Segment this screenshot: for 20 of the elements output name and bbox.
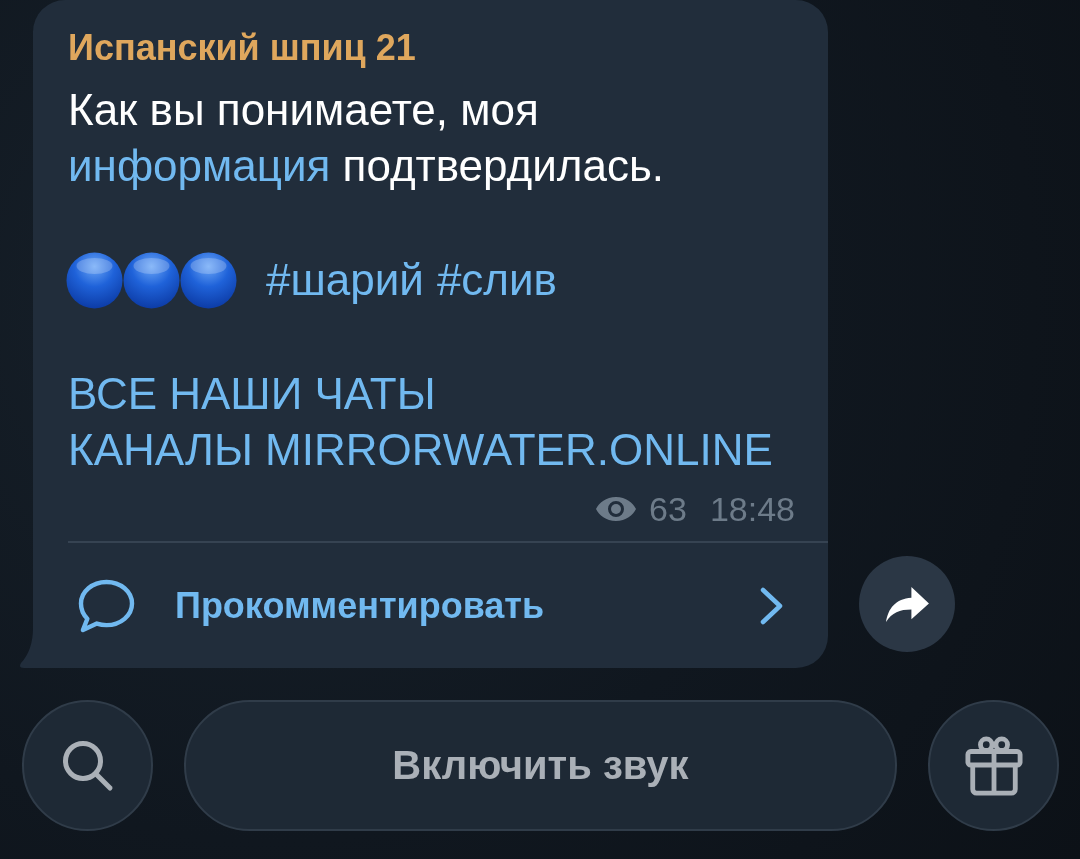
curved-arrow-icon: [883, 584, 931, 624]
gift-icon: [964, 734, 1023, 797]
hashtag-link[interactable]: #слив: [436, 252, 557, 308]
author-name: Испанский шпиц 21: [68, 26, 417, 70]
message-text: Как вы понимаете, моя информация подтвердилась.: [68, 84, 666, 192]
eye-icon: [595, 496, 638, 522]
unmute-button[interactable]: Включить звук: [184, 700, 897, 831]
text-link[interactable]: информация: [68, 141, 331, 190]
hashtag-link[interactable]: #шарий: [266, 252, 424, 308]
circle-emoji-icon: [180, 251, 237, 309]
speech-bubble-icon: [78, 578, 135, 633]
chevron-right-icon: [759, 585, 785, 626]
channel-link[interactable]: КАНАЛЫ MIRRORWATER.ONLINE: [68, 422, 773, 478]
circle-emoji-icon: [66, 251, 123, 309]
view-count: 63: [649, 489, 687, 529]
comment-button[interactable]: Прокомментировать: [68, 541, 828, 668]
search-icon: [61, 739, 114, 792]
channel-link[interactable]: ВСЕ НАШИ ЧАТЫ: [68, 366, 436, 422]
message-time: 18:48: [709, 489, 795, 529]
circle-emoji-icon: [123, 251, 180, 309]
